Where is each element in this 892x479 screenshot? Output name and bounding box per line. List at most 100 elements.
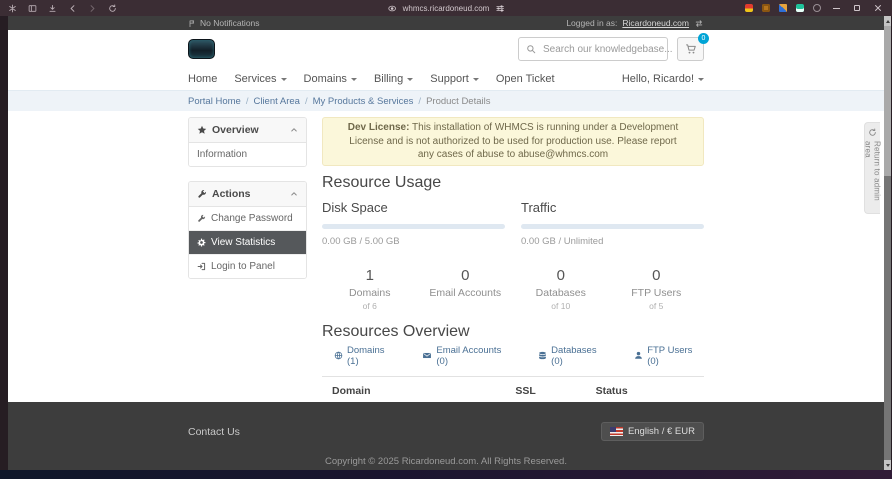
chevron-down-icon [351,78,357,81]
site-header: 0 [8,30,884,68]
nav-item-home[interactable]: Home [188,73,217,85]
sidebar-item-label: Information [197,149,247,160]
search-icon [526,44,536,54]
dev-license-alert: Dev License: This installation of WHMCS … [322,117,704,166]
tab-label: FTP Users (0) [647,345,704,367]
chevron-down-icon [473,78,479,81]
breadcrumb-my-products[interactable]: My Products & Services [313,96,414,107]
sidebar-item-label: View Statistics [211,237,275,248]
actions-panel-header[interactable]: Actions [189,182,306,207]
tab-domains[interactable]: Domains (1) [334,345,396,367]
page-scrollbar[interactable] [884,16,891,470]
return-to-admin-tab[interactable]: Return to admin area [864,122,880,214]
account-menu[interactable]: Hello, Ricardo! [622,73,704,85]
tune-icon[interactable] [495,4,504,13]
close-button[interactable] [872,2,884,14]
site-info-icon[interactable] [388,4,397,13]
logged-in-user-link[interactable]: Ricardoneud.com [622,18,689,28]
scrollbar-thumb[interactable] [884,26,891,176]
sidebar-item-login-to-panel[interactable]: Login to Panel [189,255,306,278]
user-icon [634,351,643,360]
column-header-status: Status [586,376,704,402]
extension-icon-1[interactable] [745,4,753,12]
downloads-icon[interactable] [48,4,57,13]
site-logo[interactable] [188,39,215,59]
overview-panel: Overview Information [188,117,307,167]
traffic-label: Traffic [521,200,704,215]
sidebar-item-information[interactable]: Information [189,143,306,166]
stat-limit: of 5 [609,301,705,311]
language-currency-button[interactable]: English / € EUR [601,422,704,441]
return-to-admin-label: Return to admin area [864,141,882,213]
traffic-progressbar [521,224,704,229]
contact-us-link[interactable]: Contact Us [188,426,240,438]
overview-panel-header[interactable]: Overview [189,118,306,143]
notifications-button[interactable]: No Notifications [188,18,260,28]
column-header-ssl: SSL [505,376,585,402]
address-bar[interactable]: whmcs.ricardoneud.com [388,4,505,13]
sidebar-item-view-statistics[interactable]: View Statistics [189,231,306,255]
usage-stats: 1 Domains of 6 0 Email Accounts 0 Databa… [322,267,704,311]
breadcrumb-separator: / [246,96,249,107]
desktop-edge-strip [0,470,892,479]
nav-item-open-ticket[interactable]: Open Ticket [496,73,555,85]
breadcrumb: Portal Home / Client Area / My Products … [8,90,884,111]
tab-databases[interactable]: Databases (0) [538,345,608,367]
copyright-text: Copyright © 2025 Ricardoneud.com. All Ri… [8,456,884,467]
stat-label: FTP Users [609,287,705,299]
refresh-icon [868,128,877,137]
switch-account-icon[interactable] [694,19,704,28]
knowledgebase-search[interactable] [518,37,668,61]
breadcrumb-separator: / [418,96,421,107]
extension-icon-2[interactable] [762,4,770,12]
address-url[interactable]: whmcs.ricardoneud.com [403,4,490,13]
sidebar-item-change-password[interactable]: Change Password [189,207,306,231]
domains-table: Domain SSL Status example.com Yes [322,376,704,403]
workspaces-icon[interactable] [8,4,17,13]
forward-icon[interactable] [88,4,97,13]
sidebar-toggle-icon[interactable] [28,4,37,13]
scroll-up-button[interactable] [884,16,891,26]
tab-ftp-users[interactable]: FTP Users (0) [634,345,704,367]
breadcrumb-current: Product Details [426,96,490,107]
disk-space-meter: Disk Space 0.00 GB / 5.00 GB [322,196,505,247]
resources-tabs: Domains (1) Email Accounts (0) Databases… [322,345,704,367]
extensions-menu-icon[interactable] [813,4,821,12]
overview-panel-title: Overview [212,124,259,136]
scroll-down-button[interactable] [884,460,891,470]
disk-space-progressbar [322,224,505,229]
extension-icon-4[interactable] [796,4,804,12]
traffic-usage: 0.00 GB / Unlimited [521,236,704,247]
breadcrumb-client-area[interactable]: Client Area [253,96,299,107]
chevron-down-icon [698,78,704,81]
search-input[interactable] [541,43,677,56]
disk-space-label: Disk Space [322,200,505,215]
browser-toolbar-left [8,4,117,13]
minimize-button[interactable] [830,2,842,14]
restore-button[interactable] [851,2,863,14]
stat-value: 1 [322,267,418,284]
chevron-up-icon [290,126,298,134]
gears-icon [197,238,206,247]
pencil-extension-icon[interactable] [779,4,787,12]
nav-item-billing[interactable]: Billing [374,73,413,85]
column-header-domain: Domain [322,376,505,402]
content-area: Overview Information Actions [8,111,884,402]
browser-titlebar: whmcs.ricardoneud.com [0,0,892,16]
reload-icon[interactable] [108,4,117,13]
stat-label: Domains [322,287,418,299]
tab-email-accounts[interactable]: Email Accounts (0) [422,345,512,367]
breadcrumb-portal-home[interactable]: Portal Home [188,96,241,107]
globe-icon [334,351,343,360]
cart-icon [685,43,697,55]
breadcrumb-separator: / [305,96,308,107]
nav-item-services[interactable]: Services [234,73,286,85]
nav-item-domains[interactable]: Domains [304,73,357,85]
sidebar-item-label: Change Password [211,213,293,224]
nav-item-support[interactable]: Support [430,73,479,85]
main-navigation: Home Services Domains Billing Support Op… [8,68,884,90]
back-icon[interactable] [68,4,77,13]
flag-icon [188,19,196,28]
cart-button[interactable]: 0 [677,37,704,61]
stat-label: Email Accounts [418,287,514,299]
